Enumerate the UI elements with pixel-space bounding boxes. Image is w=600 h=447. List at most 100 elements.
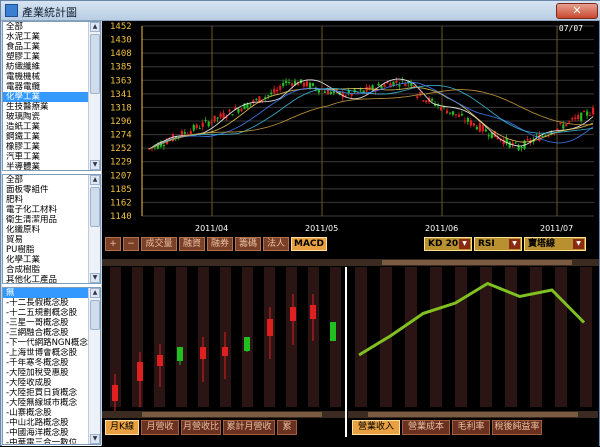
toolbar-button[interactable]: + xyxy=(105,237,121,251)
list-item[interactable]: 汽車工業 xyxy=(3,152,89,162)
list-item[interactable]: 橡膠工業 xyxy=(3,142,89,152)
chevron-down-icon[interactable]: ▼ xyxy=(573,239,584,249)
list-item[interactable]: 衛生清潔用品 xyxy=(3,215,89,225)
industry-list[interactable]: 全部 水泥工業 食品工業 塑膠工業 紡織纖維 電機機械 電器電纜 化學工業 生技醫療業 玻璃陶瓷造… xyxy=(2,21,101,171)
list-item[interactable]: -三星一哥概念股 xyxy=(3,318,89,328)
app-icon xyxy=(5,4,18,17)
monthly-hscroll[interactable] xyxy=(102,411,345,418)
toolbar-button[interactable]: 融券 xyxy=(207,237,233,251)
list-item[interactable]: -千年寒冬概念股 xyxy=(3,358,89,368)
sub-industry-list[interactable]: 全部 面板零組件 肥料 電子化工材料 衛生清潔用品 化纖原料 貿易 PU樹脂 化學工業 合成樹脂其… xyxy=(2,174,101,284)
chevron-down-icon[interactable]: ▼ xyxy=(509,239,520,249)
list-item[interactable]: 生技醫療業 xyxy=(3,102,89,112)
list-item[interactable]: -十二長假概念股 xyxy=(3,298,89,308)
candle-body xyxy=(446,110,449,114)
concept-list-scrollbar[interactable]: ▲ ▼ xyxy=(88,288,100,444)
list-item[interactable]: 半導體業 xyxy=(3,162,89,170)
revenue-tab[interactable]: 營業收入 xyxy=(352,420,400,435)
scroll-up-icon[interactable]: ▲ xyxy=(90,175,100,185)
scroll-thumb[interactable] xyxy=(90,187,100,227)
list-item[interactable]: 全部 xyxy=(3,22,89,32)
monthly-tab[interactable]: 月K線 xyxy=(105,420,139,435)
list-item[interactable]: PU樹脂 xyxy=(3,245,89,255)
list-item[interactable]: -十二五規劃概念股 xyxy=(3,308,89,318)
list-item[interactable]: -大陸收成股 xyxy=(3,378,89,388)
panel-divider[interactable] xyxy=(345,267,347,437)
monthly-tab[interactable]: 累 xyxy=(277,420,297,435)
scroll-up-icon[interactable]: ▲ xyxy=(90,22,100,32)
revenue-hscroll[interactable] xyxy=(348,411,598,418)
list-item[interactable]: -大陸無線城市概念 xyxy=(3,398,89,408)
list-item[interactable]: -中山北路概念股 xyxy=(3,418,89,428)
industry-list-scrollbar[interactable]: ▲ ▼ xyxy=(88,22,100,170)
candle-body xyxy=(568,121,571,123)
list-item[interactable]: -大陸加稅受惠股 xyxy=(3,368,89,378)
list-item[interactable]: -上海世博會概念股 xyxy=(3,348,89,358)
monthly-tab[interactable]: 月營收 xyxy=(141,420,179,435)
revenue-tab[interactable]: 稅後純益率 xyxy=(492,420,542,435)
concept-list[interactable]: 無 -十二長假概念股 -十二五規劃概念股 -三星一哥概念股 -三網融合概念股 -下一代網路… xyxy=(2,287,101,445)
toolbar-button[interactable]: 法人 xyxy=(263,237,289,251)
chevron-down-icon[interactable]: ▼ xyxy=(459,239,470,249)
list-item[interactable]: -中華電三合一數位 xyxy=(3,438,89,444)
toolbar-button[interactable]: MACD xyxy=(291,237,327,251)
list-item[interactable]: 造紙工業 xyxy=(3,122,89,132)
scroll-down-icon[interactable]: ▼ xyxy=(90,160,100,170)
price-chart[interactable]: 1452 1430 1408 1385 1363 1341 1318 1296 1274 1252… xyxy=(102,21,599,235)
list-item[interactable]: 肥料 xyxy=(3,195,89,205)
revenue-tab[interactable]: 毛利率 xyxy=(452,420,490,435)
list-item[interactable]: 化纖原料 xyxy=(3,225,89,235)
scroll-thumb[interactable] xyxy=(142,412,322,417)
list-item[interactable]: 化學工業 xyxy=(3,92,89,102)
indicator-dropdown[interactable]: 寶塔線 ▼ xyxy=(524,237,586,251)
list-item[interactable]: 玻璃陶瓷 xyxy=(3,112,89,122)
left-panel: 全部 水泥工業 食品工業 塑膠工業 紡織纖維 電機機械 電器電纜 化學工業 生技醫療業 玻璃陶瓷造… xyxy=(2,21,101,446)
toolbar-button[interactable]: 成交量 xyxy=(141,237,177,251)
list-item[interactable]: 化學工業 xyxy=(3,255,89,265)
monthly-tab[interactable]: 月營收比 xyxy=(181,420,221,435)
scroll-thumb[interactable] xyxy=(90,300,100,330)
list-item[interactable]: 面板零組件 xyxy=(3,185,89,195)
list-item[interactable]: 塑膠工業 xyxy=(3,52,89,62)
list-item[interactable]: 水泥工業 xyxy=(3,32,89,42)
list-item[interactable]: 電機機械 xyxy=(3,72,89,82)
toolbar-button[interactable]: 籌碼 xyxy=(235,237,261,251)
toolbar-button[interactable]: − xyxy=(123,237,139,251)
scroll-thumb[interactable] xyxy=(368,412,578,417)
list-item[interactable]: -大陸拒買日貨概念 xyxy=(3,388,89,398)
list-item[interactable]: 食品工業 xyxy=(3,42,89,52)
list-item[interactable]: 電子化工材料 xyxy=(3,205,89,215)
candle-body xyxy=(425,100,428,103)
list-item[interactable]: -中國海洋概念股 xyxy=(3,428,89,438)
list-item[interactable]: 貿易 xyxy=(3,235,89,245)
list-item[interactable]: 紡織纖維 xyxy=(3,62,89,72)
list-item[interactable]: 全部 xyxy=(3,175,89,185)
indicator-dropdown[interactable]: KD 20 ▼ xyxy=(424,237,472,251)
candle-body xyxy=(276,89,279,92)
close-button[interactable]: ✕ xyxy=(556,3,598,19)
y-tick-label: 1385 xyxy=(110,63,132,73)
toolbar-button[interactable]: 融資 xyxy=(179,237,205,251)
scroll-thumb[interactable] xyxy=(382,260,572,265)
scroll-thumb[interactable] xyxy=(90,34,100,94)
list-item[interactable]: 其他化工產品 xyxy=(3,275,89,283)
scroll-up-icon[interactable]: ▲ xyxy=(90,288,100,298)
price-hscroll[interactable] xyxy=(102,259,599,266)
list-item[interactable]: -三網融合概念股 xyxy=(3,328,89,338)
revenue-chart[interactable] xyxy=(347,267,597,417)
monthly-kline-chart[interactable] xyxy=(102,267,345,417)
candle-body xyxy=(228,109,231,112)
list-item[interactable]: -山寨概念股 xyxy=(3,408,89,418)
scroll-down-icon[interactable]: ▼ xyxy=(90,273,100,283)
list-item[interactable]: 電器電纜 xyxy=(3,82,89,92)
list-item[interactable]: 鋼鐵工業 xyxy=(3,132,89,142)
candle-body xyxy=(267,319,273,336)
indicator-dropdown[interactable]: RSI ▼ xyxy=(474,237,522,251)
scroll-down-icon[interactable]: ▼ xyxy=(90,434,100,444)
sub-list-scrollbar[interactable]: ▲ ▼ xyxy=(88,175,100,283)
monthly-tab[interactable]: 累計月營收 xyxy=(223,420,275,435)
revenue-tab[interactable]: 營業成本 xyxy=(402,420,450,435)
list-item[interactable]: -下一代網路NGN概念 xyxy=(3,338,89,348)
list-item[interactable]: 無 xyxy=(3,288,89,298)
list-item[interactable]: 合成樹脂 xyxy=(3,265,89,275)
